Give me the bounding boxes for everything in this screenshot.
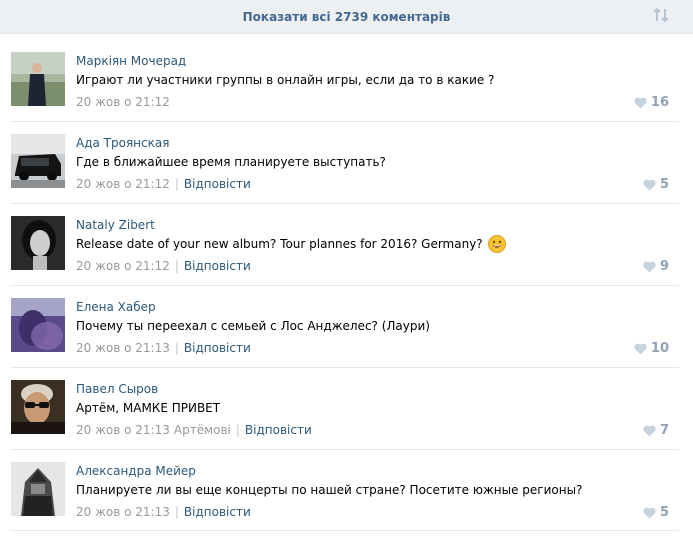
comment-date[interactable]: 20 жов о 21:12 <box>76 259 170 273</box>
avatar[interactable] <box>11 134 65 188</box>
separator: | <box>174 341 179 355</box>
comment-text-content: Артём, МАМКЕ ПРИВЕТ <box>76 401 221 415</box>
avatar[interactable] <box>11 298 65 352</box>
comment-meta: 20 жов о 21:12 | Відповісти <box>76 259 251 273</box>
comment-author[interactable]: Елена Хабер <box>76 300 156 314</box>
comment-item: Маркіян Мочерад Играют ли участники груп… <box>0 40 693 122</box>
like-count: 7 <box>659 423 669 438</box>
heart-icon <box>643 507 656 518</box>
comment-meta: 20 жов о 21:13 | Відповісти <box>76 341 251 355</box>
reply-link[interactable]: Відповісти <box>184 177 251 191</box>
heart-icon <box>643 425 656 436</box>
comment-date[interactable]: 20 жов о 21:12 <box>76 95 170 109</box>
separator: | <box>174 505 179 519</box>
comment-text: Артём, МАМКЕ ПРИВЕТ <box>76 401 220 415</box>
like-button[interactable]: 5 <box>643 505 669 520</box>
like-button[interactable]: 5 <box>643 177 669 192</box>
comment-text-content: Где в ближайшее время планируете выступа… <box>76 155 386 169</box>
avatar[interactable] <box>11 52 65 106</box>
heart-icon <box>643 179 656 190</box>
comment-item: Александра Мейер Планируете ли вы еще ко… <box>0 450 693 532</box>
like-count: 5 <box>659 505 669 520</box>
show-all-label: Показати всі 2739 коментарів <box>242 9 451 24</box>
comment-text-content: Release date of your new album? Tour pla… <box>76 237 483 251</box>
separator: | <box>174 177 179 191</box>
comment-text: Играют ли участники группы в онлайн игры… <box>76 73 494 87</box>
comment-text: Почему ты переехал с семьей с Лос Анджел… <box>76 319 430 333</box>
comment-item: Павел Сыров Артём, МАМКЕ ПРИВЕТ 20 жов о… <box>0 368 693 450</box>
comment-author[interactable]: Nataly Zibert <box>76 218 155 232</box>
comment-meta: 20 жов о 21:13 | Відповісти <box>76 505 251 519</box>
like-button[interactable]: 7 <box>643 423 669 438</box>
comment-date[interactable]: 20 жов о 21:13 <box>76 341 170 355</box>
like-count: 5 <box>659 177 669 192</box>
like-button[interactable]: 9 <box>643 259 669 274</box>
comment-text: Где в ближайшее время планируете выступа… <box>76 155 386 169</box>
comment-text: Release date of your new album? Tour pla… <box>76 235 506 253</box>
comment-meta: 20 жов о 21:13 Артёмові | Відповісти <box>76 423 312 437</box>
avatar[interactable] <box>11 462 65 516</box>
comment-author[interactable]: Маркіян Мочерад <box>76 54 186 68</box>
reply-link[interactable]: Відповісти <box>184 341 251 355</box>
comment-date[interactable]: 20 жов о 21:13 <box>76 423 170 437</box>
reply-link[interactable]: Відповісти <box>245 423 312 437</box>
grinning-emoji-icon <box>487 235 506 253</box>
divider <box>10 530 679 531</box>
comment-item: Nataly Zibert Release date of your new a… <box>0 204 693 286</box>
comment-meta: 20 жов о 21:12 | Відповісти <box>76 177 251 191</box>
comment-author[interactable]: Ада Троянская <box>76 136 169 150</box>
like-count: 10 <box>650 341 669 356</box>
like-count: 9 <box>659 259 669 274</box>
like-button[interactable]: 16 <box>634 95 669 110</box>
reply-link[interactable]: Відповісти <box>184 259 251 273</box>
avatar[interactable] <box>11 380 65 434</box>
comment-text-content: Почему ты переехал с семьей с Лос Анджел… <box>76 319 430 333</box>
comment-text-content: Планируете ли вы еще концерты по нашей с… <box>76 483 583 497</box>
reply-to-link[interactable]: Артёмові <box>174 423 231 437</box>
show-all-comments-button[interactable]: Показати всі 2739 коментарів <box>0 0 693 34</box>
like-button[interactable]: 10 <box>634 341 669 356</box>
comment-date[interactable]: 20 жов о 21:13 <box>76 505 170 519</box>
separator: | <box>235 423 240 437</box>
comment-author[interactable]: Александра Мейер <box>76 464 196 478</box>
separator: | <box>174 259 179 273</box>
comment-date[interactable]: 20 жов о 21:12 <box>76 177 170 191</box>
like-count: 16 <box>650 95 669 110</box>
avatar[interactable] <box>11 216 65 270</box>
heart-icon <box>634 97 647 108</box>
comment-item: Ада Троянская Где в ближайшее время план… <box>0 122 693 204</box>
comment-meta: 20 жов о 21:12 <box>76 95 170 109</box>
comment-item: Елена Хабер Почему ты переехал с семьей … <box>0 286 693 368</box>
sort-arrows-icon[interactable] <box>651 7 671 25</box>
comment-author[interactable]: Павел Сыров <box>76 382 158 396</box>
reply-link[interactable]: Відповісти <box>184 505 251 519</box>
heart-icon <box>634 343 647 354</box>
comment-text-content: Играют ли участники группы в онлайн игры… <box>76 73 495 87</box>
heart-icon <box>643 261 656 272</box>
comment-text: Планируете ли вы еще концерты по нашей с… <box>76 483 582 497</box>
